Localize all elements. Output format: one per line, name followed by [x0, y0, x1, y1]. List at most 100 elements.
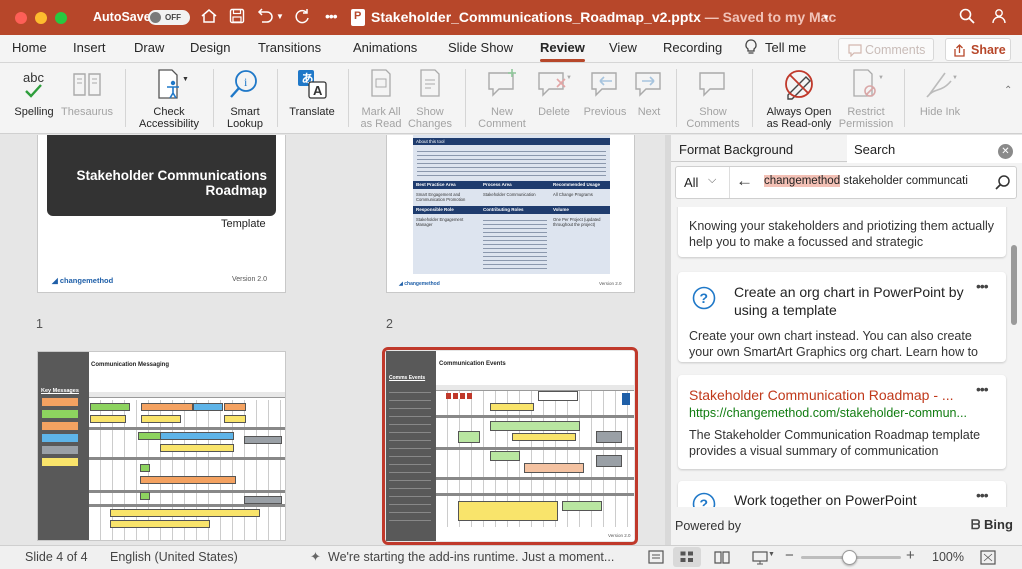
check-accessibility-button[interactable]: ▼ Check Accessibility [136, 67, 202, 130]
search-input[interactable]: changemethod stakeholder communcati [764, 175, 986, 192]
smart-lookup-icon: i [230, 70, 257, 98]
svg-text:?: ? [700, 290, 709, 306]
close-window-button[interactable] [15, 12, 27, 24]
show-comments-icon [699, 72, 725, 97]
slide-number-2: 2 [386, 317, 393, 331]
tab-slide-show[interactable]: Slide Show [448, 40, 513, 55]
tab-format-background[interactable]: Format Background [671, 135, 847, 162]
more-options-icon[interactable]: ••• [976, 278, 989, 294]
tab-review[interactable]: Review [540, 40, 585, 62]
result-card[interactable]: ? Work together on PowerPoint ••• [678, 481, 1006, 507]
result-title-link[interactable]: Stakeholder Communication Roadmap - ... [689, 387, 969, 403]
home-icon[interactable] [200, 7, 218, 30]
undo-dropdown-icon[interactable]: ▼ [276, 12, 284, 21]
restrict-permission-button[interactable]: ▼ Restrict Permission [838, 67, 894, 130]
thesaurus-button[interactable]: Thesaurus [60, 67, 114, 118]
comments-button[interactable]: Comments [838, 38, 934, 61]
slide-thumbnail-1[interactable]: Stakeholder Communications Roadmap Templa… [37, 135, 286, 293]
delete-comment-button[interactable]: ▼ Delete [530, 67, 578, 118]
search-scope-dropdown[interactable]: All ⌵ [676, 167, 730, 198]
slide4-comms-events: Comms Events [389, 375, 426, 381]
translate-button[interactable]: あA Translate [286, 67, 338, 118]
show-comments-button[interactable]: Show Comments [684, 67, 742, 130]
normal-view-icon [680, 551, 693, 562]
hide-ink-button[interactable]: ▼ Hide Ink [912, 67, 968, 118]
reading-view-icon[interactable] [714, 551, 730, 564]
notes-icon[interactable] [648, 550, 664, 564]
slide-thumbnail-4[interactable]: Comms Events Communication Events Versio… [386, 351, 634, 541]
tell-me-search[interactable]: Tell me [765, 40, 806, 55]
tab-home[interactable]: Home [12, 40, 47, 55]
normal-view-button[interactable] [673, 547, 701, 567]
result-url[interactable]: https://changemethod.com/stakeholder-com… [689, 406, 999, 420]
more-options-icon[interactable]: ••• [976, 381, 989, 397]
slide-counter: Slide 4 of 4 [25, 550, 88, 564]
account-icon[interactable] [990, 7, 1008, 30]
tab-insert[interactable]: Insert [73, 40, 106, 55]
tab-recording[interactable]: Recording [663, 40, 722, 55]
tab-search[interactable]: Search [847, 135, 1022, 163]
result-card[interactable]: Knowing your stakeholders and priotizing… [678, 207, 1006, 257]
search-icon[interactable] [994, 174, 1011, 191]
tab-draw[interactable]: Draw [134, 40, 164, 55]
zoom-out-button[interactable]: − [785, 547, 794, 564]
hide-ink-icon: ▼ [926, 72, 958, 98]
always-open-read-only-button[interactable]: Always Open as Read-only [760, 67, 838, 130]
bing-logo: ᗷ Bing [971, 517, 1013, 532]
status-bar: Slide 4 of 4 English (United States) ✦ W… [0, 545, 1022, 569]
review-ribbon: abc Spelling Thesaurus ▼ Check Accessibil… [0, 63, 1022, 134]
new-comment-button[interactable]: New Comment [474, 67, 530, 130]
result-title[interactable]: Create an org chart in PowerPoint by usi… [734, 283, 978, 319]
title-dropdown-icon[interactable]: ▼ [822, 13, 830, 22]
undo-icon[interactable] [255, 7, 275, 30]
read-only-icon [785, 70, 813, 100]
save-icon[interactable] [228, 7, 246, 30]
result-card[interactable]: Stakeholder Communication Roadmap - ... … [678, 375, 1006, 469]
slide-thumbnail-3[interactable]: Key Messages Communication Messaging [37, 351, 286, 541]
search-icon[interactable] [958, 7, 976, 30]
slide2-logo: ◢ changemethod [399, 281, 440, 287]
share-button[interactable]: Share [945, 38, 1011, 61]
spelling-button[interactable]: abc Spelling [8, 67, 60, 118]
more-icon[interactable]: ••• [325, 8, 338, 24]
thesaurus-icon [73, 73, 101, 96]
redo-icon[interactable] [293, 7, 311, 30]
slide2-header-2: Process Area [483, 182, 512, 187]
tab-animations[interactable]: Animations [353, 40, 417, 55]
result-title[interactable]: Work together on PowerPoint [734, 492, 974, 507]
zoom-level[interactable]: 100% [932, 550, 964, 564]
slide1-title-line2: Roadmap [205, 183, 267, 198]
next-comment-button[interactable]: Next [630, 67, 668, 118]
show-changes-button[interactable]: Show Changes [406, 67, 454, 130]
smart-lookup-button[interactable]: i Smart Lookup [222, 67, 268, 130]
more-options-icon[interactable]: ••• [976, 487, 989, 503]
slide4-version: Version 2.0 [608, 533, 631, 538]
show-changes-icon [420, 69, 440, 97]
autosave-toggle[interactable]: OFF [148, 10, 190, 25]
svg-text:?: ? [700, 496, 709, 507]
slide-thumbnail-2[interactable]: About this tool Best Practice Area Proce… [386, 135, 635, 293]
previous-comment-button[interactable]: Previous [580, 67, 630, 118]
language-indicator[interactable]: English (United States) [110, 550, 238, 564]
ribbon-collapse-icon[interactable]: ⌃ [1004, 85, 1012, 96]
zoom-window-button[interactable] [55, 12, 67, 24]
close-pane-icon[interactable]: ✕ [998, 144, 1013, 159]
result-body: Knowing your stakeholders and priotizing… [689, 219, 995, 249]
slideshow-dropdown-icon[interactable]: ▼ [768, 551, 775, 558]
tab-view[interactable]: View [609, 40, 637, 55]
slide2-header-4: Responsible Role [416, 207, 454, 212]
tab-transitions[interactable]: Transitions [258, 40, 321, 55]
minimize-window-button[interactable] [35, 12, 47, 24]
slide-number-1: 1 [36, 317, 43, 331]
zoom-slider-handle[interactable] [842, 550, 857, 565]
slideshow-icon[interactable] [752, 551, 768, 565]
slide2-header-1: Best Practice Area [416, 182, 456, 187]
fit-to-window-icon[interactable] [980, 550, 996, 565]
tab-design[interactable]: Design [190, 40, 230, 55]
result-card[interactable]: ? Create an org chart in PowerPoint by u… [678, 272, 1006, 362]
zoom-in-button[interactable]: + [906, 547, 915, 564]
results-scrollbar[interactable] [1011, 245, 1017, 325]
back-arrow-icon[interactable]: ← [736, 171, 753, 191]
mark-all-as-read-button[interactable]: Mark All as Read [356, 67, 406, 130]
search-results: Knowing your stakeholders and priotizing… [671, 207, 1012, 507]
